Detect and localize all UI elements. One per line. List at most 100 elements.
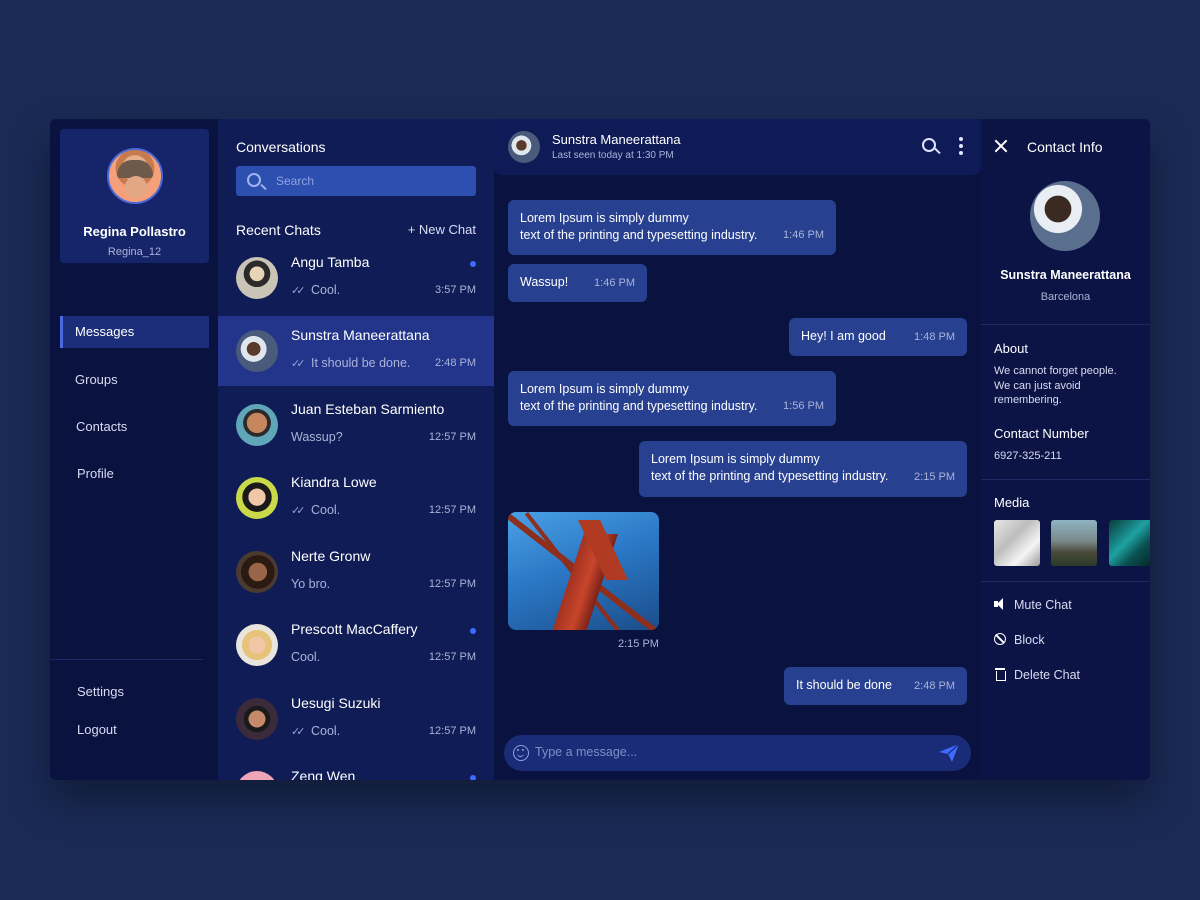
image-attachment[interactable]	[508, 512, 659, 630]
chat-name: Kiandra Lowe	[291, 474, 377, 490]
nav-item-contacts[interactable]: Contacts	[60, 411, 209, 443]
speaker-icon	[994, 598, 1006, 610]
media-thumbnail[interactable]	[994, 520, 1040, 566]
contact-name: Sunstra Maneerattana	[1000, 268, 1131, 282]
search-input[interactable]: Search	[236, 166, 476, 196]
message-time: 1:46 PM	[594, 277, 635, 289]
block-button[interactable]: Block	[994, 633, 1045, 647]
chat-time: 12:57 PM	[428, 504, 476, 516]
block-icon	[994, 633, 1006, 645]
avatar	[236, 257, 278, 299]
conversations-title: Conversations	[236, 139, 326, 155]
chat-preview: ✓✓ Cool.	[291, 283, 341, 297]
message-bubble: Lorem Ipsum is simply dummy text of the …	[508, 371, 836, 426]
message-placeholder: Type a message...	[535, 745, 638, 759]
message-time: 1:56 PM	[783, 400, 824, 412]
message-bubble: It should be done 2:48 PM	[784, 667, 967, 705]
contact-info-panel: Contact Info Sunstra Maneerattana Barcel…	[981, 119, 1150, 780]
divider	[981, 479, 1150, 480]
avatar	[236, 698, 278, 740]
media-label: Media	[994, 495, 1030, 510]
message-bubble: Wassup! 1:46 PM	[508, 264, 647, 302]
chat-time: 3:57 PM	[435, 284, 476, 296]
chat-preview: ✓✓ Cool.	[291, 503, 341, 517]
chat-list-item[interactable]: Nerte Gronw Yo bro. 12:57 PM	[218, 537, 494, 607]
emoji-icon[interactable]	[513, 745, 529, 761]
search-icon	[247, 173, 261, 187]
avatar	[236, 551, 278, 593]
avatar	[236, 624, 278, 666]
chat-time: 12:57 PM	[428, 725, 476, 737]
avatar	[236, 771, 278, 780]
chat-name: Prescott MacCaffery	[291, 621, 418, 637]
chat-preview: Wassup?	[291, 430, 343, 444]
profile-handle: Regina_12	[107, 246, 162, 258]
message-time: 1:46 PM	[783, 229, 824, 241]
message-time: 1:48 PM	[914, 331, 955, 343]
unread-dot-icon	[470, 775, 476, 780]
unread-dot-icon	[470, 261, 476, 267]
delete-chat-button[interactable]: Delete Chat	[994, 668, 1080, 682]
nav-item-messages[interactable]: Messages	[60, 316, 209, 348]
message-bubble: Hey! I am good 1:48 PM	[789, 318, 967, 356]
chat-name: Sunstra Maneerattana	[291, 327, 430, 343]
chat-contact-name: Sunstra Maneerattana	[552, 132, 681, 147]
divider	[981, 581, 1150, 582]
chat-time: 12:57 PM	[428, 431, 476, 443]
chat-contact-status: Last seen today at 1:30 PM	[552, 150, 674, 161]
media-thumbnail[interactable]	[1051, 520, 1097, 566]
avatar	[236, 477, 278, 519]
chat-name: Nerte Gronw	[291, 548, 371, 564]
chat-name: Uesugi Suzuki	[291, 695, 381, 711]
message-bubble: Lorem Ipsum is simply dummy text of the …	[639, 441, 967, 497]
nav-item-profile[interactable]: Profile	[60, 458, 209, 490]
double-check-icon: ✓✓	[291, 726, 305, 738]
contact-number-label: Contact Number	[994, 426, 1089, 441]
new-chat-button[interactable]: + New Chat	[408, 222, 476, 237]
chat-list-item[interactable]: Sunstra Maneerattana ✓✓ It should be done…	[218, 316, 494, 386]
media-thumbnail[interactable]	[1109, 520, 1150, 566]
chat-name: Angu Tamba	[291, 254, 370, 270]
double-check-icon: ✓✓	[291, 285, 305, 297]
chat-time: 2:48 PM	[435, 357, 476, 369]
nav-item-groups[interactable]: Groups	[60, 364, 209, 396]
avatar	[107, 148, 163, 204]
left-nav: Regina Pollastro Regina_12 Messages Grou…	[50, 119, 218, 780]
message-input[interactable]: Type a message...	[504, 735, 971, 771]
more-options-icon[interactable]	[952, 137, 970, 157]
search-icon[interactable]	[922, 138, 936, 152]
chat-name: Zeng Wen	[291, 768, 356, 780]
about-text: We cannot forget people. We can just avo…	[994, 365, 1117, 406]
chat-list-item[interactable]: Uesugi Suzuki ✓✓ Cool. 12:57 PM	[218, 684, 494, 754]
avatar[interactable]	[508, 131, 540, 163]
chat-list-item[interactable]: Zeng Wen	[218, 757, 494, 780]
contact-number: 6927-325-211	[994, 450, 1062, 462]
mute-chat-button[interactable]: Mute Chat	[994, 598, 1072, 612]
nav-item-settings[interactable]: Settings	[60, 676, 209, 708]
conversations-panel: Conversations Search Recent Chats + New …	[218, 119, 494, 780]
search-placeholder: Search	[276, 174, 315, 188]
chat-name: Juan Esteban Sarmiento	[291, 401, 445, 417]
recent-chats-title: Recent Chats	[236, 222, 321, 238]
chat-preview: ✓✓ It should be done.	[291, 356, 411, 370]
chat-list-item[interactable]: Angu Tamba ✓✓ Cool. 3:57 PM	[218, 243, 494, 313]
message-bubble: Lorem Ipsum is simply dummy text of the …	[508, 200, 836, 255]
chat-header: Sunstra Maneerattana Last seen today at …	[494, 119, 981, 175]
close-icon[interactable]	[995, 140, 1007, 152]
chat-time: 12:57 PM	[428, 578, 476, 590]
chat-preview: Yo bro.	[291, 577, 331, 591]
about-label: About	[994, 341, 1028, 356]
send-icon[interactable]	[938, 743, 960, 763]
chat-list-item[interactable]: Juan Esteban Sarmiento Wassup? 12:57 PM	[218, 390, 494, 460]
nav-divider	[50, 659, 203, 660]
chat-list-item[interactable]: Kiandra Lowe ✓✓ Cool. 12:57 PM	[218, 463, 494, 533]
avatar	[1030, 181, 1100, 251]
avatar	[236, 404, 278, 446]
double-check-icon: ✓✓	[291, 505, 305, 517]
chat-list-item[interactable]: Prescott MacCaffery Cool. 12:57 PM	[218, 610, 494, 680]
nav-item-logout[interactable]: Logout	[60, 714, 209, 746]
unread-dot-icon	[470, 628, 476, 634]
contact-info-title: Contact Info	[1027, 139, 1103, 155]
double-check-icon: ✓✓	[291, 358, 305, 370]
profile-card[interactable]: Regina Pollastro Regina_12	[60, 129, 209, 263]
